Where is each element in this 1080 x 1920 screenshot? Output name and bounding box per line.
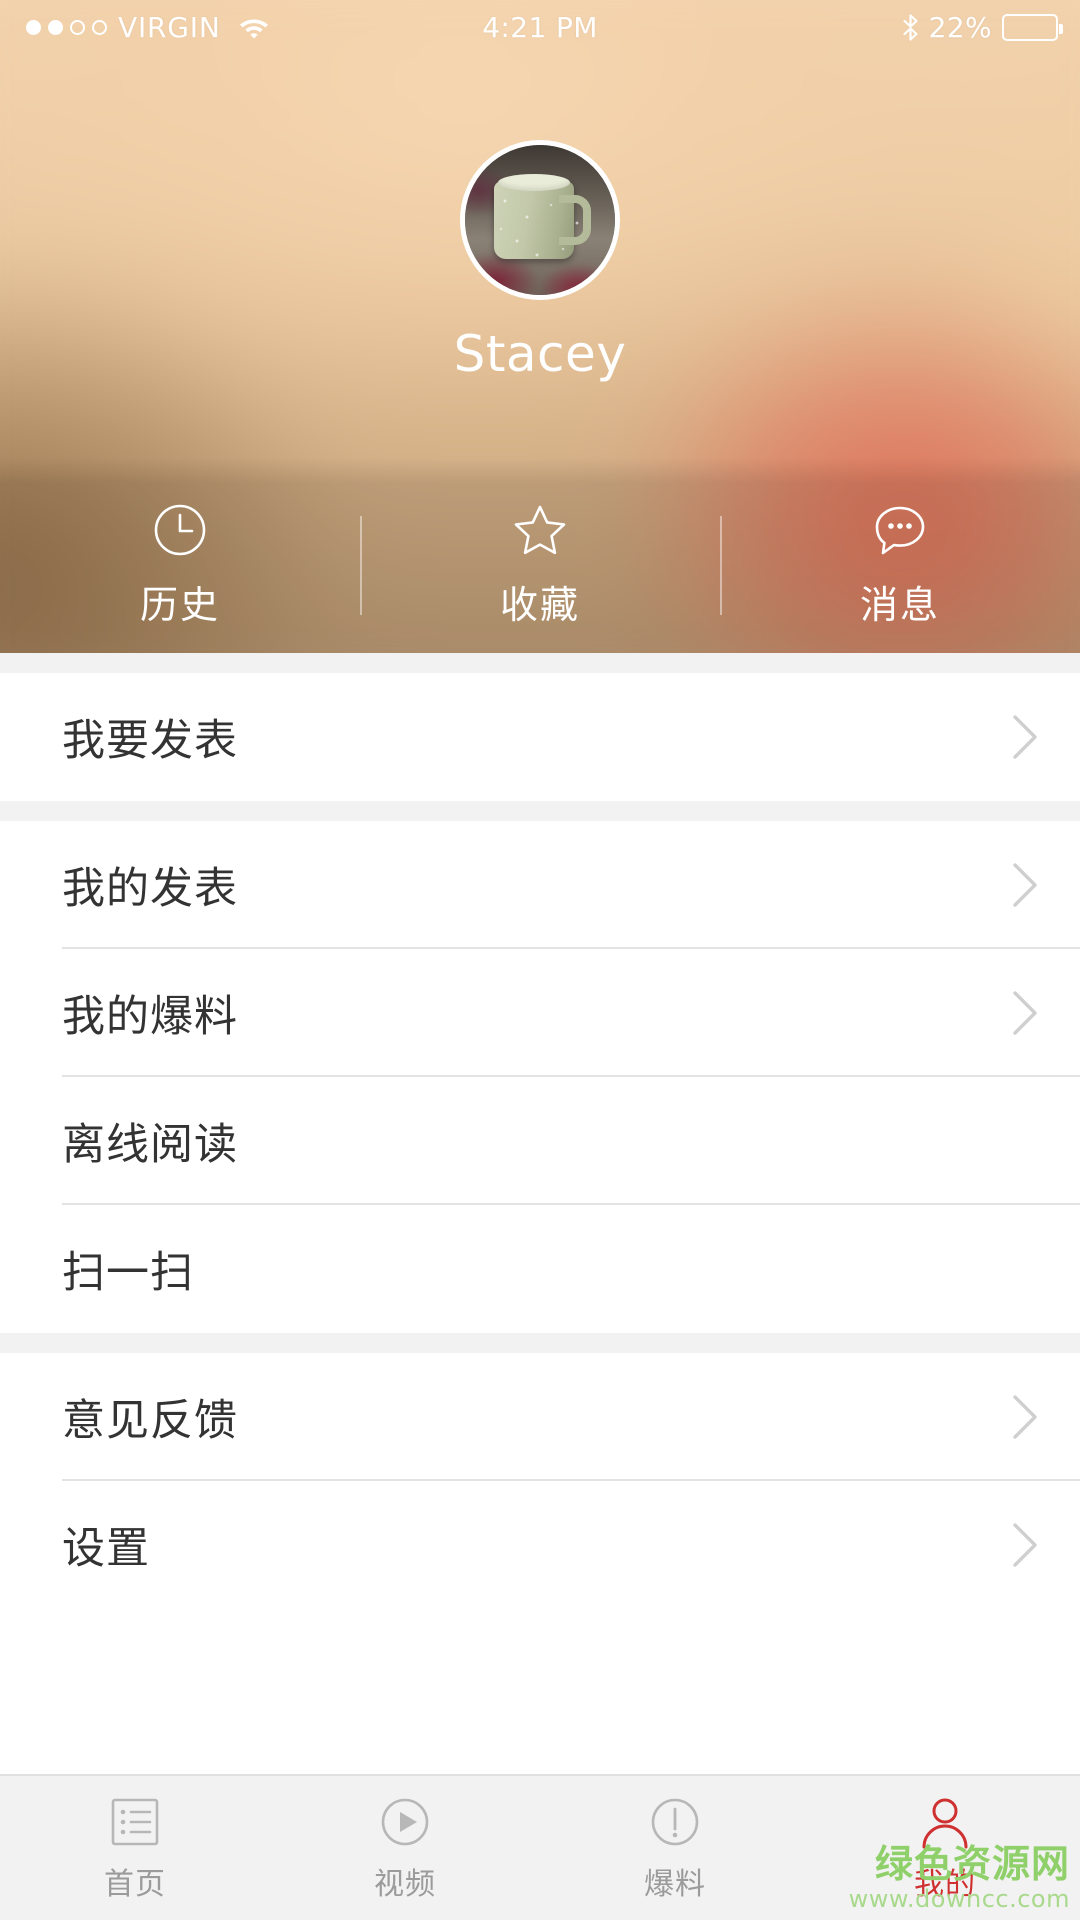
bottom-navigation-bar: 首页 视频 爆料 我的 <box>0 1774 1080 1920</box>
message-bubble-icon <box>873 503 927 557</box>
menu-group-1: 我要发表 <box>0 673 1080 801</box>
menu-row-scan-qr[interactable]: 扫一扫 <box>0 1205 1080 1333</box>
menu-list: 我要发表 我的发表 我的爆料 离线阅读 扫一扫 意见反馈 设置 <box>0 653 1080 1609</box>
section-gap-3 <box>0 1333 1080 1353</box>
quick-tab-messages[interactable]: 消息 <box>720 478 1080 653</box>
exclamation-circle-icon <box>646 1793 704 1851</box>
nav-item-mine[interactable]: 我的 <box>810 1776 1080 1920</box>
menu-group-2: 我的发表 我的爆料 离线阅读 扫一扫 <box>0 821 1080 1333</box>
nav-label-mine: 我的 <box>914 1867 976 1902</box>
quick-action-tabs: 历史 收藏 消息 <box>0 478 1080 653</box>
username-label: Stacey <box>453 325 627 383</box>
nav-item-home[interactable]: 首页 <box>0 1776 270 1920</box>
menu-label-my-posts: 我的发表 <box>62 864 238 914</box>
menu-label-publish-new: 我要发表 <box>62 716 238 766</box>
quick-tab-messages-label: 消息 <box>859 582 940 627</box>
nav-label-home: 首页 <box>104 1867 166 1902</box>
list-icon <box>106 1793 164 1851</box>
chevron-right-icon <box>1012 1394 1038 1440</box>
quick-tab-favorites-label: 收藏 <box>499 582 580 627</box>
menu-row-settings[interactable]: 设置 <box>0 1481 1080 1609</box>
menu-row-my-tipoffs[interactable]: 我的爆料 <box>0 949 1080 1077</box>
menu-row-feedback[interactable]: 意见反馈 <box>0 1353 1080 1481</box>
quick-tab-favorites[interactable]: 收藏 <box>360 478 720 653</box>
nav-item-video[interactable]: 视频 <box>270 1776 540 1920</box>
person-icon <box>916 1793 974 1851</box>
status-bar-clock: 4:21 PM <box>482 11 598 44</box>
star-icon <box>513 503 567 557</box>
section-gap-2 <box>0 801 1080 821</box>
chevron-right-icon <box>1012 714 1038 760</box>
menu-label-my-tipoffs: 我的爆料 <box>62 992 238 1042</box>
profile-header: VIRGIN 4:21 PM 22% Stacey 历史 收藏 消息 <box>0 0 1080 653</box>
quick-tab-history[interactable]: 历史 <box>0 478 360 653</box>
avatar-image <box>465 145 615 295</box>
menu-row-offline-reading[interactable]: 离线阅读 <box>0 1077 1080 1205</box>
chevron-right-icon <box>1012 990 1038 1036</box>
clock-icon <box>153 503 207 557</box>
chevron-right-icon <box>1012 1522 1038 1568</box>
menu-group-3: 意见反馈 设置 <box>0 1353 1080 1609</box>
chevron-right-icon <box>1012 862 1038 908</box>
section-gap-1 <box>0 653 1080 673</box>
quick-tab-history-label: 历史 <box>139 582 220 627</box>
menu-row-publish-new[interactable]: 我要发表 <box>0 673 1080 801</box>
avatar[interactable] <box>460 140 620 300</box>
menu-label-scan-qr: 扫一扫 <box>62 1248 194 1298</box>
play-circle-icon <box>376 1793 434 1851</box>
menu-label-feedback: 意见反馈 <box>62 1396 238 1446</box>
menu-label-offline-reading: 离线阅读 <box>62 1120 238 1170</box>
menu-row-my-posts[interactable]: 我的发表 <box>0 821 1080 949</box>
status-bar: VIRGIN 4:21 PM 22% <box>0 0 1080 55</box>
nav-label-tipoff: 爆料 <box>644 1867 706 1902</box>
avatar-sparkles <box>465 145 615 295</box>
nav-label-video: 视频 <box>374 1867 436 1902</box>
battery-icon <box>1002 14 1063 41</box>
menu-label-settings: 设置 <box>62 1524 150 1574</box>
nav-item-tipoff[interactable]: 爆料 <box>540 1776 810 1920</box>
